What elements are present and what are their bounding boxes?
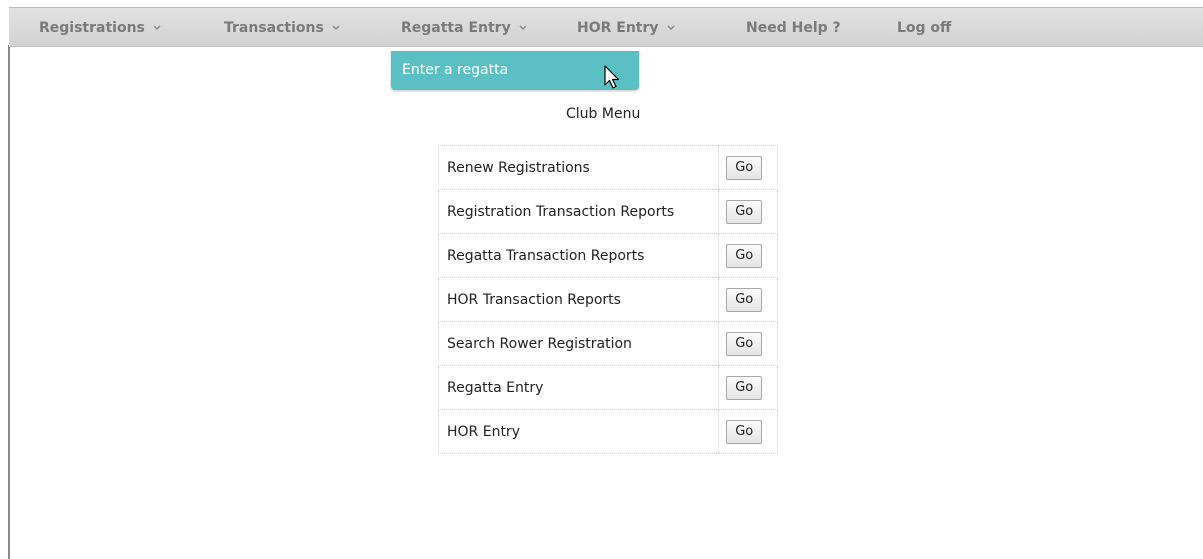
go-button-registration-transaction-reports[interactable]: Go: [726, 199, 763, 224]
nav-log-off[interactable]: Log off: [897, 8, 951, 48]
go-button-hor-transaction-reports[interactable]: Go: [726, 287, 763, 312]
go-button-regatta-entry[interactable]: Go: [726, 375, 763, 400]
chevron-down-icon: [517, 24, 529, 32]
table-row: Search Rower Registration Go: [437, 321, 778, 366]
go-button-renew-registrations[interactable]: Go: [726, 155, 763, 180]
row-label-hor-entry: HOR Entry: [437, 409, 720, 454]
row-label-hor-transaction-reports: HOR Transaction Reports: [437, 277, 720, 322]
row-label-search-rower-registration: Search Rower Registration: [437, 321, 720, 366]
nav-transactions[interactable]: Transactions: [224, 8, 342, 48]
table-row: Registration Transaction Reports Go: [437, 189, 778, 234]
nav-hor-entry-label: HOR Entry: [577, 20, 659, 36]
row-label-registration-transaction-reports: Registration Transaction Reports: [437, 189, 720, 234]
window-left-border: [8, 45, 10, 559]
go-button-regatta-transaction-reports[interactable]: Go: [726, 243, 763, 268]
row-label-renew-registrations: Renew Registrations: [437, 145, 720, 190]
nav-need-help[interactable]: Need Help ?: [746, 8, 841, 48]
table-row: HOR Entry Go: [437, 409, 778, 454]
top-navbar: Registrations Transactions Regatta Entry…: [9, 7, 1203, 47]
nav-regatta-entry[interactable]: Regatta Entry: [401, 8, 529, 48]
page-title: Club Menu: [566, 106, 641, 122]
nav-transactions-label: Transactions: [224, 20, 324, 36]
nav-hor-entry[interactable]: HOR Entry: [577, 8, 677, 48]
dropdown-item-enter-a-regatta[interactable]: Enter a regatta: [402, 51, 508, 90]
nav-registrations[interactable]: Registrations: [39, 8, 163, 48]
nav-regatta-entry-label: Regatta Entry: [401, 20, 511, 36]
go-button-search-rower-registration[interactable]: Go: [726, 331, 763, 356]
chevron-down-icon: [330, 24, 342, 32]
club-menu-table: Renew Registrations Go Registration Tran…: [437, 145, 778, 454]
row-label-regatta-transaction-reports: Regatta Transaction Reports: [437, 233, 720, 278]
regatta-entry-dropdown: Enter a regatta: [391, 51, 639, 90]
table-row: Regatta Entry Go: [437, 365, 778, 410]
nav-log-off-label: Log off: [897, 20, 952, 36]
table-row: HOR Transaction Reports Go: [437, 277, 778, 322]
chevron-down-icon: [151, 24, 163, 32]
nav-registrations-label: Registrations: [39, 20, 145, 36]
chevron-down-icon: [665, 24, 677, 32]
row-label-regatta-entry: Regatta Entry: [437, 365, 720, 410]
table-row: Renew Registrations Go: [437, 145, 778, 190]
go-button-hor-entry[interactable]: Go: [726, 419, 763, 444]
nav-need-help-label: Need Help ?: [746, 20, 841, 36]
mouse-pointer-icon: [604, 65, 622, 91]
table-row: Regatta Transaction Reports Go: [437, 233, 778, 278]
